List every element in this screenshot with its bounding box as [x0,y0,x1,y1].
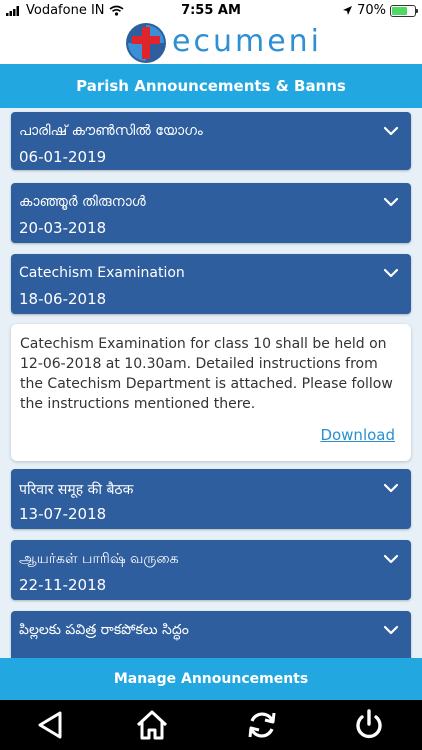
announcement-date: 22-11-2018 [19,576,107,594]
announcement-body: Catechism Examination for class 10 shall… [20,336,393,412]
chevron-down-icon[interactable] [383,554,399,564]
chevron-down-icon[interactable] [383,625,399,635]
announcement-title: പാരിഷ് കൗൺസിൽ യോഗം [19,123,203,139]
chevron-down-icon[interactable] [383,483,399,493]
announcement-item[interactable]: കാഞ്ഞൂർ തിരുനാൾ 20-03-2018 [11,183,411,243]
battery-fill [392,6,408,15]
announcement-title: పిల్లలకు పవిత్ర రాకపోకలు సిద్ధం [19,622,189,638]
battery-icon [390,4,418,17]
back-icon[interactable] [34,709,68,741]
status-bar: Vodafone IN 7:55 AM 70% [0,0,422,22]
brand-name: ecumeni [172,24,322,59]
chevron-down-icon[interactable] [383,126,399,136]
announcement-item[interactable]: परिवार समूह की बैठक 13-07-2018 [11,469,411,529]
announcement-date: 06-01-2019 [19,148,107,166]
announcement-date: 13-07-2018 [19,505,107,523]
manage-announcements-button[interactable]: Manage Announcements [0,658,422,700]
download-link[interactable]: Download [320,426,395,444]
status-right: 70% [342,3,418,18]
announcement-detail: Catechism Examination for class 10 shall… [11,324,411,461]
announcement-item[interactable]: ஆயர்கள் பாரிஷ் வருகை 22-11-2018 [11,540,411,600]
announcement-date: 20-03-2018 [19,219,107,237]
chevron-down-icon[interactable] [383,197,399,207]
home-icon[interactable] [135,709,169,741]
announcement-item[interactable]: పిల్లలకు పవిత్ర రాకపోకలు సిద్ధం [11,611,411,658]
page-title: Parish Announcements & Banns [0,64,422,108]
announcement-title: Catechism Examination [19,265,185,281]
power-icon[interactable] [352,709,386,741]
battery-percent: 70% [357,3,386,18]
brand-header: ecumeni [0,22,422,64]
announcement-title: ஆயர்கள் பாரிஷ் வருகை [19,551,179,567]
location-icon [343,6,353,15]
cross-logo-icon [126,23,166,63]
announcement-title: കാഞ്ഞൂർ തിരുനാൾ [19,194,146,210]
announcement-item[interactable]: പാരിഷ് കൗൺസിൽ യോഗം 06-01-2019 [11,112,411,170]
announcement-date: 18-06-2018 [19,290,107,308]
chevron-down-icon[interactable] [383,268,399,278]
refresh-icon[interactable] [245,709,279,741]
announcement-list[interactable]: പാരിഷ് കൗൺസിൽ യോഗം 06-01-2019 കാഞ്ഞൂർ തി… [0,108,422,658]
announcement-title: परिवार समूह की बैठक [19,482,134,498]
announcement-item-expanded[interactable]: Catechism Examination 18-06-2018 [11,254,411,314]
bottom-nav [0,700,422,750]
